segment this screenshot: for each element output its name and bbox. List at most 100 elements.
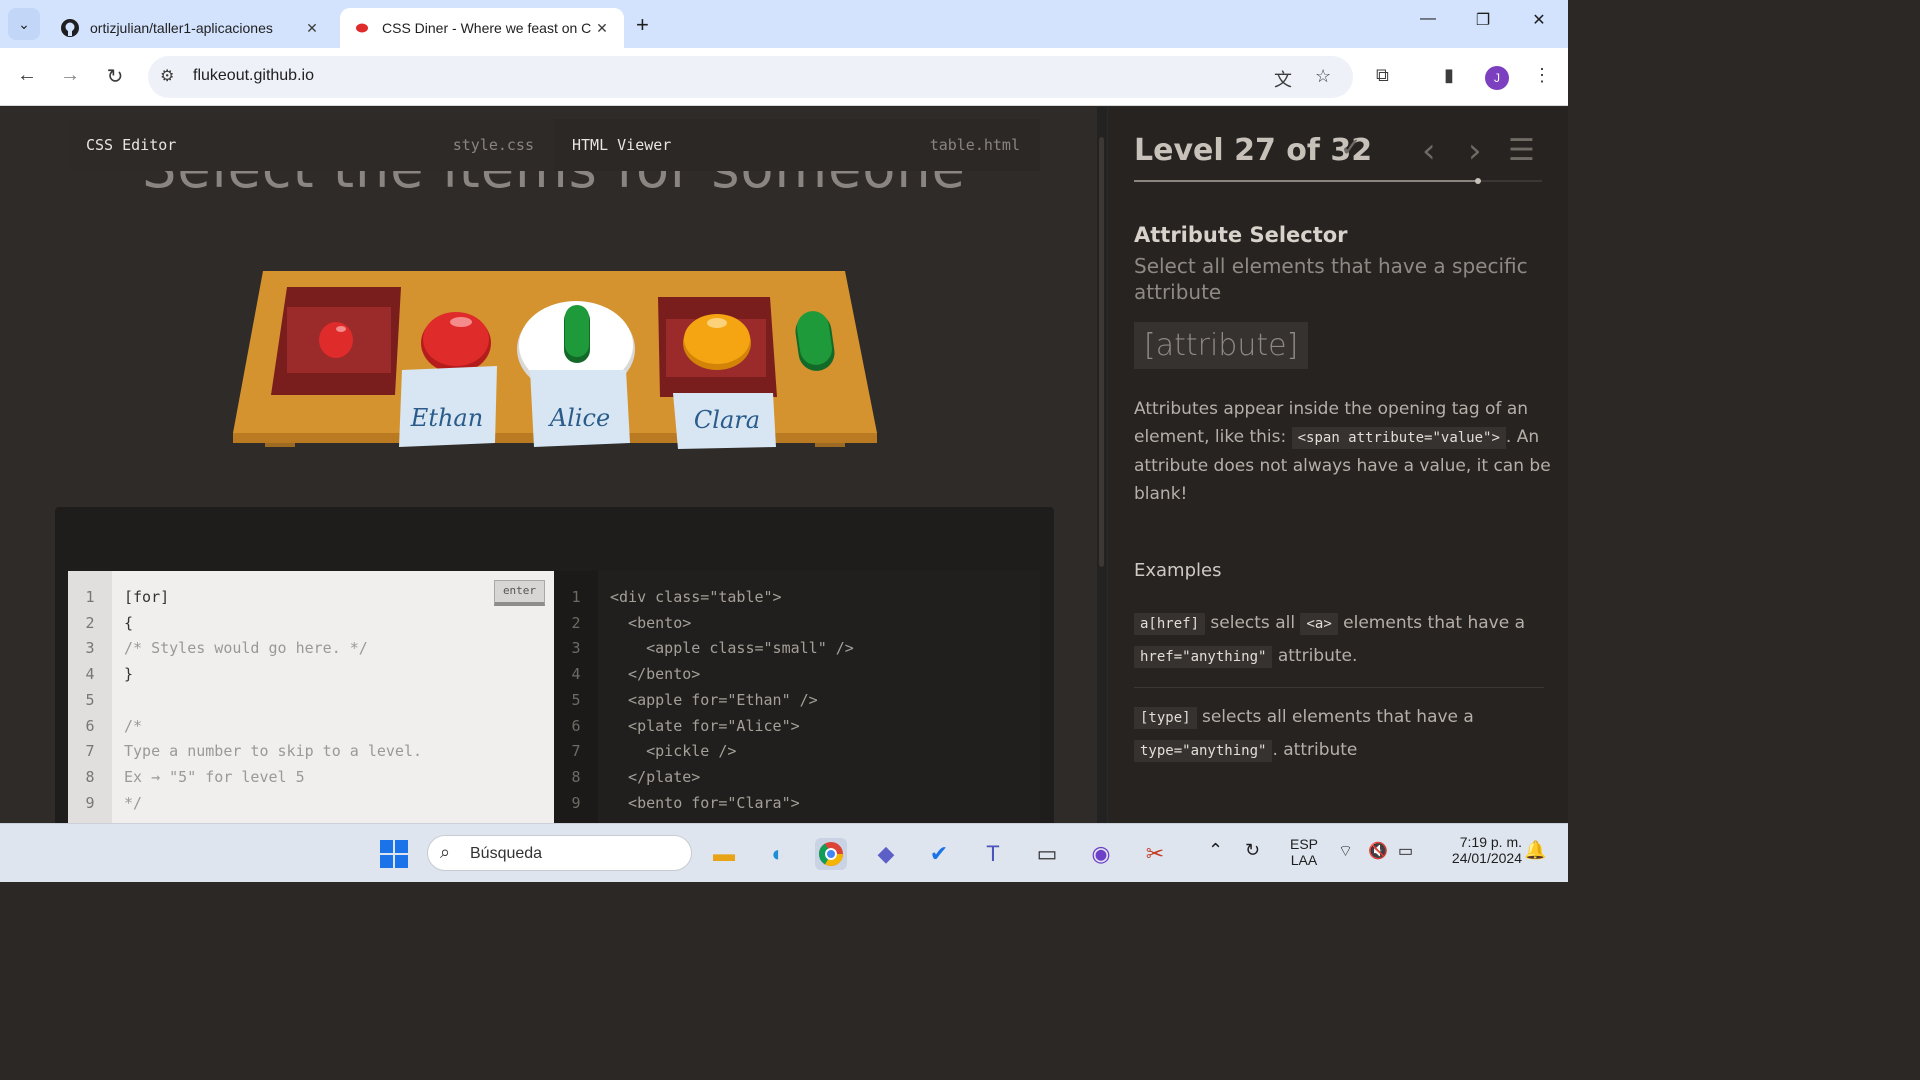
line-number: 1	[85, 588, 95, 606]
example-text: . attribute	[1272, 740, 1358, 760]
level-indicator[interactable]: Level 27 of 32	[1134, 133, 1372, 168]
chevron-left-icon[interactable]: ‹	[1422, 131, 1436, 171]
window-close-icon[interactable]: ✕	[1524, 10, 1554, 30]
close-icon[interactable]: ✕	[592, 20, 612, 37]
progress-marker	[1475, 178, 1482, 184]
line-number: 1	[571, 588, 581, 606]
tune-icon[interactable]: ⚙	[160, 66, 174, 86]
tab-title: CSS Diner - Where we feast on CSS	[382, 20, 592, 36]
example-code: <a>	[1300, 613, 1338, 635]
clock[interactable]: 7:19 p. m. 24/01/2024	[1432, 834, 1522, 866]
code-line[interactable]: [for]	[124, 585, 422, 611]
code-line: */	[124, 793, 143, 812]
language-indicator[interactable]: ESP LAA	[1284, 836, 1324, 868]
html-viewer: 1 2 3 4 5 6 7 8 9 <div class="table"> <bento> <a…	[554, 571, 1040, 831]
copilot-icon[interactable]: ◆	[870, 838, 902, 870]
chrome-icon[interactable]	[815, 838, 847, 870]
css-code[interactable]: [for] {/* Styles would go here. */} /* Typ…	[124, 585, 422, 816]
bento-box[interactable]	[271, 287, 401, 395]
hamburger-menu-icon[interactable]: ☰	[1508, 133, 1535, 168]
css-file-name: style.css	[452, 136, 534, 154]
snipping-tool-icon[interactable]: ✂	[1139, 838, 1171, 870]
apple[interactable]	[421, 312, 491, 373]
teams-icon[interactable]: T	[977, 838, 1009, 870]
example-text: attribute.	[1272, 646, 1358, 666]
name-tag-text: Alice	[548, 404, 610, 432]
code-line: Ex → "5" for level 5	[124, 767, 305, 786]
back-arrow-icon[interactable]: ←	[14, 64, 40, 87]
line-number: 3	[85, 639, 95, 658]
hint-code: <span attribute="value">	[1291, 427, 1506, 449]
tab-github[interactable]: ortizjulian/taller1-aplicaciones ✕	[48, 8, 334, 48]
example-code: href="anything"	[1134, 646, 1273, 668]
chevron-right-icon[interactable]: ›	[1468, 131, 1482, 171]
html-viewer-header: HTML Viewer table.html	[554, 119, 1040, 171]
todo-icon[interactable]: ✔	[923, 838, 955, 870]
kebab-menu-icon[interactable]: ⋮	[1533, 65, 1551, 86]
plus-icon[interactable]: +	[636, 12, 649, 38]
line-number: 3	[571, 639, 581, 658]
file-explorer-icon[interactable]: ▬	[708, 838, 740, 870]
close-icon[interactable]: ✕	[302, 20, 322, 37]
side-panel-icon[interactable]: ▮	[1444, 65, 1454, 86]
tab-title: ortizjulian/taller1-aplicaciones	[90, 20, 273, 36]
name-tag-clara: Clara	[673, 393, 776, 449]
address-bar[interactable]: ⚙ flukeout.github.io 文 ☆	[148, 56, 1353, 98]
code-line: <plate for="Alice">	[610, 716, 800, 735]
taskbar-search[interactable]: ⌕ Búsqueda	[427, 835, 692, 871]
line-number: 8	[571, 767, 581, 786]
selector-syntax: [attribute]	[1134, 322, 1309, 369]
enter-button[interactable]: enter	[494, 580, 545, 606]
battery-icon[interactable]: ▭	[1398, 841, 1413, 861]
mute-icon[interactable]: 🔇	[1368, 841, 1388, 861]
minimize-icon[interactable]: —	[1413, 10, 1443, 28]
forward-arrow-icon[interactable]: →	[57, 64, 83, 87]
scrollbar-thumb[interactable]	[1099, 137, 1104, 567]
name-tag-text: Clara	[694, 406, 760, 434]
red-dot-icon	[352, 18, 372, 38]
line-number: 6	[571, 716, 581, 735]
code-line: <apple class="small" />	[610, 639, 854, 658]
wifi-icon[interactable]: ⌔	[1338, 841, 1353, 861]
chevron-up-icon[interactable]: ⌃	[1208, 840, 1223, 861]
reload-icon[interactable]: ↻	[102, 64, 128, 89]
selector-hint: Attributes appear inside the opening tag…	[1134, 395, 1554, 508]
github-desktop-icon[interactable]: ◉	[1085, 838, 1117, 870]
level-progress-bar	[1134, 178, 1542, 184]
star-icon[interactable]: ☆	[1315, 66, 1331, 87]
sync-icon[interactable]: ↻	[1245, 840, 1260, 861]
tab-css-diner[interactable]: CSS Diner - Where we feast on CSS ✕	[340, 8, 624, 48]
tab-search-button[interactable]: ⌄	[8, 8, 40, 40]
keyboard-layout: LAA	[1290, 852, 1318, 868]
example-code: a[href]	[1134, 613, 1206, 635]
line-number: 9	[571, 793, 581, 812]
bento-box[interactable]	[658, 297, 777, 397]
line-number: 7	[571, 742, 581, 761]
edge-icon[interactable]: ◐	[762, 838, 794, 870]
name-tag-ethan: Ethan	[399, 366, 497, 447]
code-line: }	[124, 665, 134, 684]
restore-icon[interactable]: ❐	[1468, 10, 1498, 30]
windows-start-icon[interactable]	[378, 838, 410, 870]
code-line: <pickle />	[610, 742, 737, 761]
url-text[interactable]: flukeout.github.io	[193, 67, 314, 85]
search-icon: ⌕	[440, 842, 451, 862]
avatar[interactable]: J	[1485, 66, 1509, 90]
divider	[1134, 687, 1544, 688]
line-number: 4	[571, 665, 581, 684]
code-line: </bento>	[610, 665, 701, 684]
css-editor[interactable]: 1 2 3 4 5 6 7 8 9 [for] {/* Styles would go here.…	[68, 571, 554, 831]
dining-table: Ethan Alice Clara	[233, 271, 877, 449]
css-editor-header: CSS Editor style.css	[68, 119, 554, 171]
puzzle-icon[interactable]: ⧉	[1376, 65, 1389, 86]
github-icon	[60, 18, 80, 38]
line-number: 8	[85, 767, 95, 786]
terminal-icon[interactable]: ▭	[1031, 838, 1063, 870]
notification-bell-icon[interactable]: 🔔	[1524, 840, 1546, 861]
translate-icon[interactable]: 文	[1274, 66, 1292, 92]
line-numbers: 1 2 3 4 5 6 7 8 9	[554, 571, 598, 831]
selector-name: Attribute Selector	[1134, 223, 1348, 247]
search-placeholder: Búsqueda	[470, 845, 543, 862]
code-line: <apple for="Ethan" />	[610, 690, 818, 709]
time: 7:19 p. m.	[1459, 834, 1522, 850]
